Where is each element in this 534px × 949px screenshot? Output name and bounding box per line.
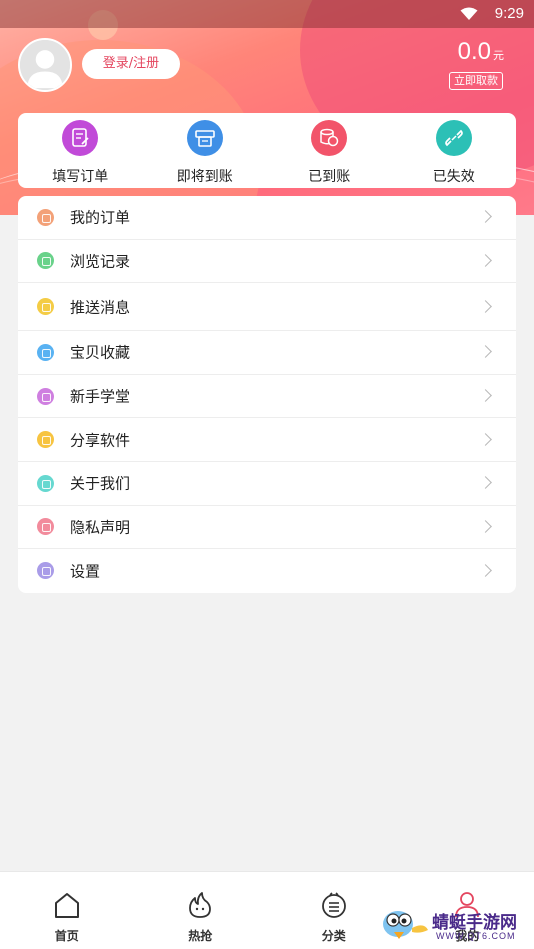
settings-icon [37, 562, 54, 580]
tab-label: 首页 [54, 929, 79, 943]
menu-item-messages[interactable]: 推送消息 [18, 283, 516, 332]
chevron-right-icon [479, 432, 492, 446]
menu-label: 宝贝收藏 [70, 343, 131, 362]
menu-label: 设置 [70, 562, 101, 581]
menu-item-about[interactable]: 关于我们 [18, 462, 516, 506]
order-label: 填写订单 [52, 169, 109, 185]
tab-home[interactable]: 首页 [0, 872, 134, 949]
watermark-text: 蜻蜓手游网 [432, 913, 517, 933]
share-icon [37, 431, 54, 449]
wifi-icon [460, 7, 478, 20]
order-label: 已失效 [432, 169, 475, 185]
tab-hot[interactable]: 热抢 [134, 872, 268, 949]
menu-item-my-orders[interactable]: 我的订单 [18, 196, 516, 240]
dragonfly-logo-icon [383, 911, 428, 939]
menu-label: 关于我们 [70, 474, 131, 493]
info-icon [37, 474, 54, 492]
avatar[interactable] [18, 38, 72, 92]
order-label: 即将到账 [176, 169, 233, 185]
order-item-expired[interactable]: 已失效 [392, 113, 517, 188]
chevron-right-icon [479, 210, 492, 224]
chevron-right-icon [479, 345, 492, 359]
edit-order-icon [62, 120, 99, 156]
chevron-right-icon [479, 389, 492, 402]
order-status-card: 填写订单 即将到账 已到账 已失效 [18, 113, 516, 188]
balance: 0.0 元 [458, 38, 504, 66]
status-time: 9:29 [494, 5, 524, 22]
category-icon [321, 892, 346, 918]
menu-label: 浏览记录 [70, 252, 131, 271]
chevron-right-icon [479, 254, 492, 267]
book-icon [37, 387, 54, 405]
menu-item-favorites[interactable]: 宝贝收藏 [18, 331, 516, 375]
menu-label: 我的订单 [70, 208, 131, 227]
broken-link-icon [435, 120, 472, 156]
chevron-right-icon [479, 299, 492, 313]
balance-amount: 0.0 [457, 38, 491, 65]
menu-item-tutorial[interactable]: 新手学堂 [18, 375, 516, 419]
menu-item-share[interactable]: 分享软件 [18, 418, 516, 462]
watermark-url: WWW.QT6.COM [436, 931, 516, 941]
heart-icon [37, 343, 54, 361]
avatar-placeholder-icon [20, 40, 70, 90]
printer-icon [186, 120, 223, 156]
order-label: 已到账 [308, 169, 351, 185]
menu-item-history[interactable]: 浏览记录 [18, 240, 516, 284]
tab-label: 热抢 [188, 929, 213, 943]
chevron-right-icon [479, 476, 492, 490]
order-item-received[interactable]: 已到账 [267, 113, 392, 188]
menu-item-settings[interactable]: 设置 [18, 549, 516, 593]
balance-unit: 元 [493, 49, 504, 62]
status-bar: 9:29 [0, 0, 534, 28]
withdraw-button[interactable]: 立即取款 [449, 72, 503, 90]
order-item-fill[interactable]: 填写订单 [18, 113, 143, 188]
flame-icon [189, 892, 212, 918]
order-item-pending[interactable]: 即将到账 [143, 113, 268, 188]
menu-label: 新手学堂 [70, 387, 131, 406]
menu-list: 我的订单 浏览记录 推送消息 宝贝收藏 新手学堂 分享软件 关于我们 隐私声明 [18, 196, 516, 593]
menu-label: 分享软件 [70, 431, 131, 450]
chevron-right-icon [479, 564, 492, 577]
bell-icon [37, 298, 54, 316]
chevron-right-icon [479, 519, 492, 533]
order-icon [37, 208, 54, 226]
watermark: 蜻蜓手游网 WWW.QT6.COM [380, 902, 530, 946]
login-register-button[interactable]: 登录/注册 [82, 49, 180, 79]
home-icon [54, 893, 79, 918]
history-icon [37, 252, 54, 270]
menu-label: 隐私声明 [70, 518, 131, 537]
lock-icon [37, 518, 54, 536]
menu-label: 推送消息 [70, 298, 131, 317]
menu-item-privacy[interactable]: 隐私声明 [18, 506, 516, 550]
coins-icon [311, 120, 348, 156]
